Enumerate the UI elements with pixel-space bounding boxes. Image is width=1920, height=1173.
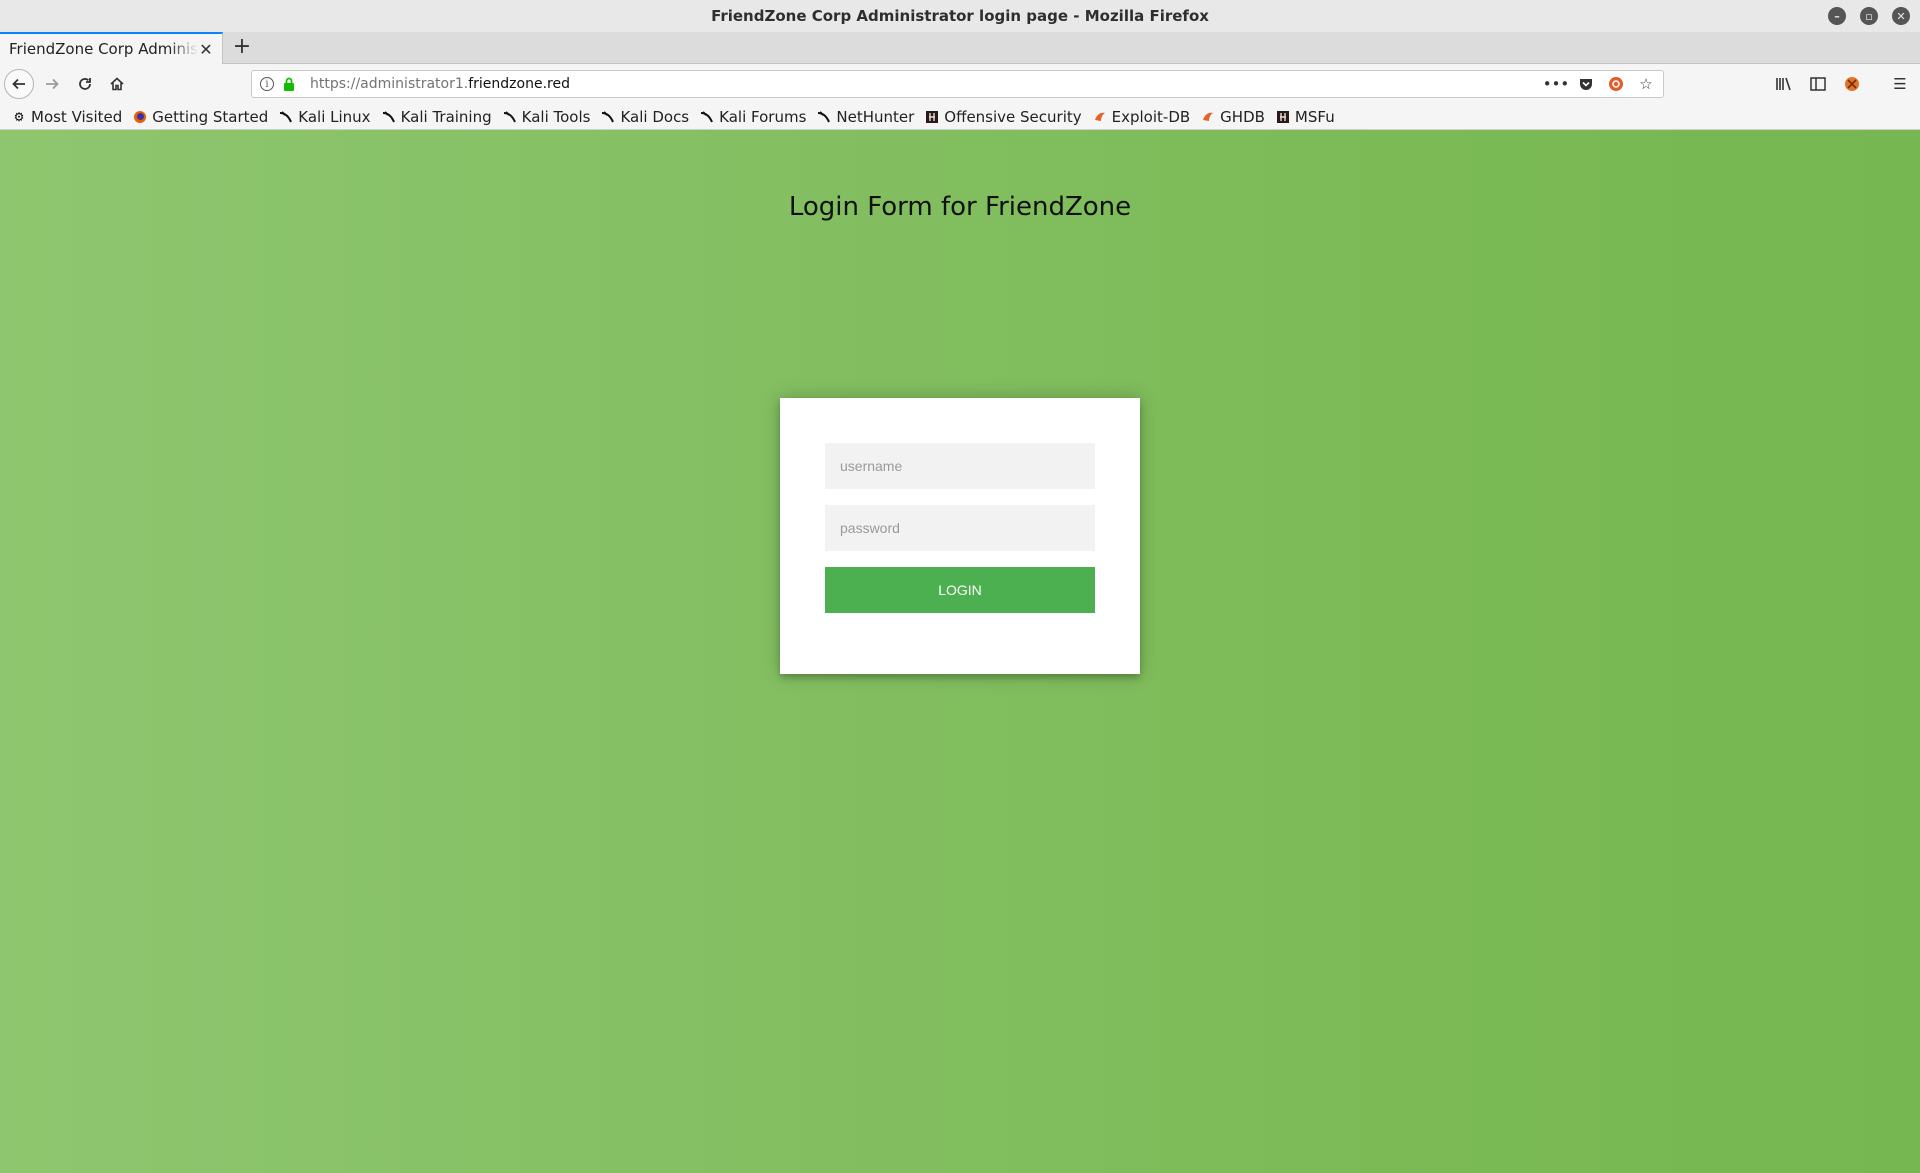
password-input[interactable]: [825, 505, 1095, 551]
login-form: LOGIN: [780, 398, 1140, 674]
window-controls: – ▫ ✕: [1828, 7, 1910, 25]
username-input[interactable]: [825, 443, 1095, 489]
sidebar-icon[interactable]: [1808, 74, 1828, 94]
exploitdb-icon: [1201, 110, 1215, 124]
window-title: FriendZone Corp Administrator login page…: [711, 7, 1209, 25]
ublock-icon[interactable]: [1607, 75, 1625, 93]
bookmark-exploit-db[interactable]: Exploit-DB: [1093, 108, 1190, 126]
kali-dragon-icon: [601, 110, 615, 124]
library-icon[interactable]: [1774, 74, 1794, 94]
lock-icon[interactable]: [282, 76, 296, 92]
bookmark-ghdb[interactable]: GHDB: [1201, 108, 1265, 126]
bookmark-kali-forums[interactable]: Kali Forums: [700, 108, 806, 126]
minimize-icon[interactable]: –: [1828, 7, 1846, 25]
tab-strip: FriendZone Corp Administrator login page…: [0, 32, 1920, 64]
bookmark-kali-training[interactable]: Kali Training: [382, 108, 492, 126]
extension-icon[interactable]: [1842, 74, 1862, 94]
site-info-icon[interactable]: i: [260, 77, 274, 91]
bookmark-most-visited[interactable]: ⚙ Most Visited: [12, 108, 123, 126]
navigation-toolbar: i https://administrator1.friendzone.red …: [0, 64, 1920, 104]
bookmark-msfu[interactable]: MSFu: [1276, 108, 1335, 126]
kali-dragon-icon: [503, 110, 517, 124]
url-prefix: https://administrator1.: [310, 76, 469, 92]
page-actions-ellipsis-icon[interactable]: •••: [1543, 75, 1570, 93]
offsec-icon: [925, 110, 939, 124]
reload-icon[interactable]: [70, 69, 100, 99]
page-content: Login Form for FriendZone LOGIN: [0, 130, 1920, 1173]
home-icon[interactable]: [102, 69, 132, 99]
bookmark-offensive-security[interactable]: Offensive Security: [925, 108, 1082, 126]
window-titlebar: FriendZone Corp Administrator login page…: [0, 0, 1920, 32]
toolbar-right: ☰: [1774, 74, 1910, 94]
exploitdb-icon: [1093, 110, 1107, 124]
url-bar[interactable]: i https://administrator1.friendzone.red …: [251, 70, 1664, 98]
bookmark-nethunter[interactable]: NetHunter: [817, 108, 914, 126]
gear-icon: ⚙: [13, 109, 25, 124]
tab-friendzone-login[interactable]: FriendZone Corp Administrator login page…: [0, 32, 223, 64]
url-domain: friendzone.red: [468, 76, 570, 92]
login-button[interactable]: LOGIN: [825, 567, 1095, 613]
bookmarks-toolbar: ⚙ Most Visited Getting Started Kali Linu…: [0, 104, 1920, 130]
close-window-icon[interactable]: ✕: [1892, 7, 1910, 25]
maximize-icon[interactable]: ▫: [1860, 7, 1878, 25]
bookmark-getting-started[interactable]: Getting Started: [133, 108, 268, 126]
bookmark-star-icon[interactable]: ☆: [1637, 75, 1655, 93]
bookmark-kali-linux[interactable]: Kali Linux: [279, 108, 371, 126]
bookmark-kali-tools[interactable]: Kali Tools: [503, 108, 590, 126]
kali-dragon-icon: [817, 110, 831, 124]
kali-dragon-icon: [700, 110, 714, 124]
url-actions: ••• ☆: [1543, 75, 1655, 93]
browser-window: FriendZone Corp Administrator login page…: [0, 0, 1920, 1173]
new-tab-plus-icon[interactable]: +: [230, 36, 254, 60]
pocket-icon[interactable]: [1577, 75, 1595, 93]
firefox-icon: [133, 110, 147, 124]
url-text[interactable]: https://administrator1.friendzone.red: [310, 76, 1547, 92]
hamburger-menu-icon[interactable]: ☰: [1890, 74, 1910, 94]
back-arrow-icon[interactable]: [4, 69, 34, 99]
forward-arrow-icon[interactable]: [37, 69, 67, 99]
kali-dragon-icon: [382, 110, 396, 124]
tab-close-icon[interactable]: ✕: [198, 40, 214, 59]
tab-label: FriendZone Corp Administrator login page: [9, 40, 198, 58]
page-title: Login Form for FriendZone: [788, 192, 1132, 222]
offsec-icon: [1276, 110, 1290, 124]
bookmark-kali-docs[interactable]: Kali Docs: [601, 108, 689, 126]
kali-dragon-icon: [279, 110, 293, 124]
